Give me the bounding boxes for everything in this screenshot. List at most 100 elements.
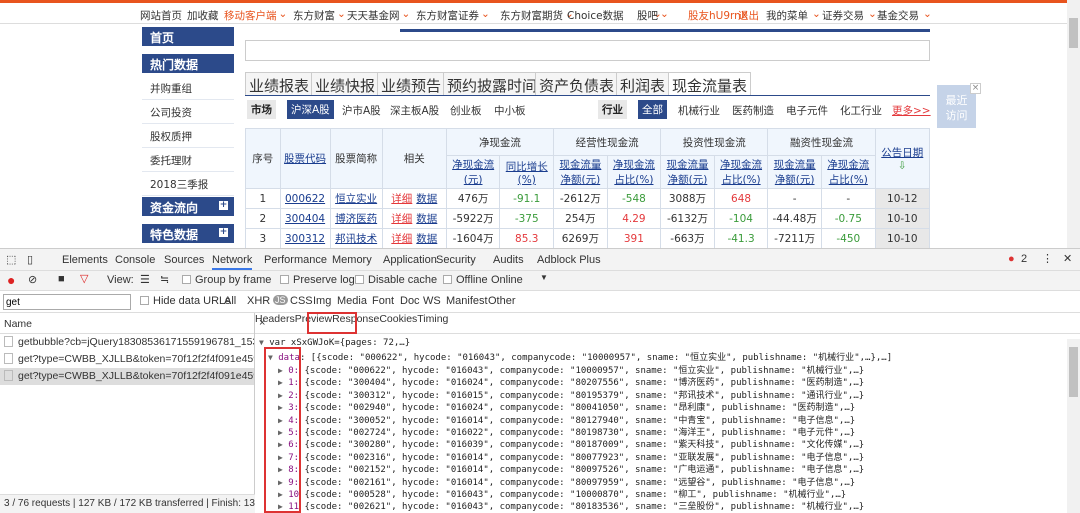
sidebar-item[interactable]: 并购重组 xyxy=(150,81,192,96)
tab-5[interactable]: 利润表 xyxy=(616,72,670,96)
clear-icon[interactable]: ⊘ xyxy=(28,273,37,286)
type-filter[interactable]: All xyxy=(224,295,236,307)
preview-item-line[interactable]: ▶ 2: {scode: "300312", hycode: "016015",… xyxy=(278,388,864,401)
preview-item-line[interactable]: ▶ 3: {scode: "002940", hycode: "016024",… xyxy=(278,400,855,413)
market-filter[interactable]: 创业板 xyxy=(450,103,482,118)
col-date[interactable]: 公告日期⇩ xyxy=(874,128,931,189)
request-row[interactable]: get?type=CWBB_XJLLB&token=70f12f2f4f091e… xyxy=(0,368,255,385)
tab-6[interactable]: 现金流量表 xyxy=(668,72,752,96)
industry-filter[interactable]: 全部 xyxy=(638,100,667,119)
request-row[interactable]: get?type=CWBB_XJLLB&token=70f12f2f4f091e… xyxy=(0,351,255,368)
preview-item-line[interactable]: ▶ 0: {scode: "000622", hycode: "016043",… xyxy=(278,363,864,376)
waterfall-icon[interactable]: ≒ xyxy=(160,273,169,286)
subcol-header[interactable]: 现金流量净额(元) xyxy=(767,155,823,189)
nav-item[interactable]: 网站首页 xyxy=(140,8,182,23)
device-icon[interactable]: ▯ xyxy=(27,253,33,266)
error-count[interactable]: 2 xyxy=(1021,253,1027,265)
stock-code-link[interactable]: 300404 xyxy=(285,213,325,225)
preview-data-line[interactable]: ▼ data: [{scode: "000622", hycode: "0160… xyxy=(268,350,892,363)
group-by-frame-checkbox[interactable]: Group by frame xyxy=(182,274,271,286)
nav-item[interactable]: 移动客户端 xyxy=(224,8,277,23)
record-icon[interactable]: ● xyxy=(7,272,15,288)
sort-link[interactable]: 净现金流占比(%) xyxy=(613,159,655,186)
sort-link[interactable]: 现金流量净额(元) xyxy=(774,159,816,186)
preview-item-line[interactable]: ▶ 4: {scode: "300052", hycode: "016014",… xyxy=(278,413,855,426)
type-filter[interactable]: Manifest xyxy=(446,295,488,307)
name-column-header[interactable]: Name xyxy=(0,313,255,334)
preserve-log-checkbox[interactable]: Preserve log xyxy=(280,274,355,286)
type-filter[interactable]: CSS xyxy=(290,295,313,307)
sidebar-item[interactable]: 股权质押 xyxy=(150,129,192,144)
col-code[interactable]: 股票代码 xyxy=(279,128,331,189)
offline-checkbox[interactable]: Offline xyxy=(443,274,488,286)
sidebar-home[interactable]: 首页 xyxy=(142,27,234,46)
market-filter[interactable]: 深主板A股 xyxy=(390,103,439,118)
nav-item[interactable]: 股吧 xyxy=(637,8,658,23)
sort-link[interactable]: 净现金流占比(%) xyxy=(720,159,762,186)
nav-item[interactable]: 东方财富期货 xyxy=(500,8,563,23)
preview-item-line[interactable]: ▶ 1: {scode: "300404", hycode: "016024",… xyxy=(278,375,864,388)
type-filter[interactable]: Media xyxy=(337,295,367,307)
close-icon[interactable]: × xyxy=(259,317,265,329)
detail-link[interactable]: 详细 xyxy=(391,213,412,225)
type-filter[interactable]: WS xyxy=(423,295,441,307)
preview-scrollbar[interactable] xyxy=(1067,339,1080,513)
market-filter[interactable]: 沪深A股 xyxy=(287,100,334,119)
stock-code-link[interactable]: 000622 xyxy=(285,193,325,205)
stock-name-link[interactable]: 恒立实业 xyxy=(335,193,377,205)
detail-link[interactable]: 详细 xyxy=(391,233,412,245)
sort-link[interactable]: 净现金流占比(%) xyxy=(827,159,869,186)
tab-2[interactable]: 业绩预告 xyxy=(377,72,446,96)
request-row[interactable]: getbubble?cb=jQuery18308536171559196781_… xyxy=(0,334,255,351)
sidebar-item[interactable]: 委托理财 xyxy=(150,153,192,168)
stock-name-link[interactable]: 博济医药 xyxy=(335,213,377,225)
type-filter[interactable]: JS xyxy=(273,295,288,305)
more-industries-link[interactable]: 更多>> xyxy=(892,103,931,118)
disable-cache-checkbox[interactable]: Disable cache xyxy=(355,274,437,286)
close-icon[interactable]: ✕ xyxy=(1063,252,1072,265)
pane-divider[interactable] xyxy=(254,313,255,513)
list-view-icon[interactable]: ☰ xyxy=(140,273,150,286)
type-filter[interactable]: Other xyxy=(488,295,516,307)
sidebar-special-data[interactable]: 特色数据 + xyxy=(142,224,234,243)
camera-icon[interactable]: ■ xyxy=(58,273,65,285)
sidebar-fund-flow[interactable]: 资金流向 + xyxy=(142,197,234,216)
devtools-tab[interactable]: Application xyxy=(383,254,437,266)
search-box[interactable] xyxy=(245,40,930,61)
inspect-icon[interactable]: ⬚ xyxy=(6,253,16,266)
devtools-tab[interactable]: Network xyxy=(212,254,253,270)
more-icon[interactable]: ⋮ xyxy=(1042,252,1053,265)
stock-code-link[interactable]: 300312 xyxy=(285,233,325,245)
nav-item[interactable]: 我的菜单 xyxy=(766,8,808,23)
subcol-header[interactable]: 净现金流占比(%) xyxy=(606,155,662,189)
preview-item-line[interactable]: ▶ 11 {scode: "002621", hycode: "016043",… xyxy=(278,499,864,512)
filter-icon[interactable]: ▽ xyxy=(80,272,88,285)
filter-input[interactable] xyxy=(3,294,131,310)
subcol-header[interactable]: 现金流量净额(元) xyxy=(553,155,608,189)
industry-filter[interactable]: 化工行业 xyxy=(840,103,882,118)
preview-item-line[interactable]: ▶ 10 {scode: "000528", hycode: "016043",… xyxy=(278,487,846,500)
sidebar-item[interactable]: 2018三季报 xyxy=(150,177,208,192)
page-scrollbar[interactable] xyxy=(1067,0,1080,248)
nav-item[interactable]: 证券交易 xyxy=(822,8,864,23)
subcol-header[interactable]: 净现金流占比(%) xyxy=(821,155,876,189)
close-icon[interactable]: × xyxy=(970,83,981,94)
devtools-tab[interactable]: Security xyxy=(436,254,476,266)
sidebar-hot-data[interactable]: 热门数据 xyxy=(142,54,234,73)
type-filter[interactable]: Doc xyxy=(400,295,420,307)
tab-1[interactable]: 业绩快报 xyxy=(311,72,380,96)
preview-item-line[interactable]: ▶ 7: {scode: "002316", hycode: "016014",… xyxy=(278,450,864,463)
tab-4[interactable]: 资产负债表 xyxy=(535,72,619,96)
subcol-header[interactable]: 净现金流占比(%) xyxy=(713,155,769,189)
logout-link[interactable]: 退出 xyxy=(738,8,759,23)
preview-item-line[interactable]: ▶ 9: {scode: "002161", hycode: "016014",… xyxy=(278,475,855,488)
stock-name-link[interactable]: 邦讯技术 xyxy=(335,233,377,245)
market-filter[interactable]: 中小板 xyxy=(494,103,526,118)
data-link[interactable]: 数据 xyxy=(416,193,437,205)
tab-0[interactable]: 业绩报表 xyxy=(245,72,314,96)
devtools-tab[interactable]: Sources xyxy=(164,254,204,266)
devtools-tab[interactable]: Memory xyxy=(332,254,372,266)
hide-data-urls-checkbox[interactable]: Hide data URLs xyxy=(140,295,231,307)
sidebar-item[interactable]: 公司投资 xyxy=(150,105,192,120)
sort-link[interactable]: 净现金流(元) xyxy=(452,159,494,186)
